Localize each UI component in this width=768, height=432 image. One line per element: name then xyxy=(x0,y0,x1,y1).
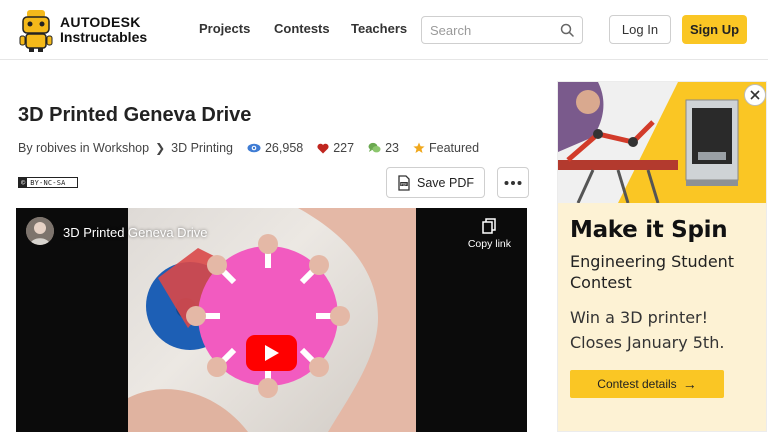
copy-link-button[interactable]: Copy link xyxy=(468,218,511,250)
close-icon xyxy=(750,90,760,100)
copy-link-label: Copy link xyxy=(467,238,511,250)
eye-icon xyxy=(247,143,261,153)
heart-icon xyxy=(317,143,329,153)
more-options-button[interactable] xyxy=(497,167,529,198)
ad-banner[interactable]: Make it Spin Engineering Student Contest… xyxy=(557,81,767,432)
site-logo[interactable]: AUTODESK Instructables xyxy=(18,8,147,52)
favorites-stat: 227 xyxy=(317,141,354,155)
author-link[interactable]: By robives in Workshop xyxy=(18,141,149,155)
save-pdf-label: Save PDF xyxy=(417,175,474,190)
featured-label: Featured xyxy=(428,141,480,155)
play-button[interactable] xyxy=(246,335,297,371)
ad-image xyxy=(558,82,766,203)
video-thumbnail xyxy=(128,208,416,432)
ad-photo-image xyxy=(558,82,766,203)
save-pdf-button[interactable]: PDF Save PDF xyxy=(386,167,485,198)
ad-close-button[interactable] xyxy=(744,84,766,106)
category-link[interactable]: 3D Printing xyxy=(171,141,233,155)
logo-autodesk: AUTODESK xyxy=(60,14,141,30)
contest-details-button[interactable]: Contest details → xyxy=(570,370,724,398)
search-input[interactable] xyxy=(430,17,560,43)
signup-button[interactable]: Sign Up xyxy=(682,15,747,44)
nav-projects[interactable]: Projects xyxy=(199,21,250,36)
arrow-right-icon: → xyxy=(682,376,697,392)
nav-teachers[interactable]: Teachers xyxy=(351,21,407,36)
star-icon xyxy=(413,142,425,153)
more-dots-icon xyxy=(504,180,522,185)
play-icon xyxy=(264,345,279,361)
page-title: 3D Printed Geneva Drive xyxy=(18,104,252,126)
site-header: AUTODESK Instructables Projects Contests… xyxy=(0,0,768,60)
search-icon[interactable] xyxy=(560,23,574,37)
video-title[interactable]: 3D Printed Geneva Drive xyxy=(63,225,208,240)
license-terms: BY-NC-SA xyxy=(30,178,66,187)
search-box xyxy=(421,16,583,44)
favorites-count: 227 xyxy=(333,141,355,155)
comments-stat[interactable]: 23 xyxy=(368,141,399,155)
views-stat: 26,958 xyxy=(247,141,303,155)
breadcrumb-chevron-icon: ❯ xyxy=(155,141,166,155)
channel-avatar[interactable] xyxy=(26,217,54,245)
featured-badge: Featured xyxy=(413,141,479,155)
pdf-icon: PDF xyxy=(398,174,410,191)
ad-text-panel: Make it Spin Engineering Student Contest… xyxy=(558,203,766,431)
avatar-icon xyxy=(26,217,54,245)
video-player[interactable]: 3D Printed Geneva Drive Copy link xyxy=(16,208,527,432)
svg-text:PDF: PDF xyxy=(401,182,407,186)
views-count: 26,958 xyxy=(264,141,304,155)
ad-body-text: Win a 3D printer! Closes January 5th. xyxy=(570,308,725,352)
contest-details-label: Contest details xyxy=(597,377,677,391)
ad-subheadline: Engineering Student Contest xyxy=(570,252,735,292)
article-meta: By robives in Workshop ❯ 3D Printing 26,… xyxy=(18,141,479,155)
creative-commons-icon: © xyxy=(19,178,28,187)
geneva-drive-thumbnail-image xyxy=(128,208,416,432)
chat-bubble-icon xyxy=(368,142,381,153)
comments-count: 23 xyxy=(385,141,399,155)
nav-contests[interactable]: Contests xyxy=(274,21,330,36)
logo-instructables: Instructables xyxy=(60,29,148,45)
copy-icon xyxy=(482,218,497,234)
ad-headline: Make it Spin xyxy=(570,217,728,243)
login-button[interactable]: Log In xyxy=(609,15,671,44)
robot-mascot-icon xyxy=(18,8,54,52)
license-badge[interactable]: © BY-NC-SA xyxy=(18,177,78,188)
